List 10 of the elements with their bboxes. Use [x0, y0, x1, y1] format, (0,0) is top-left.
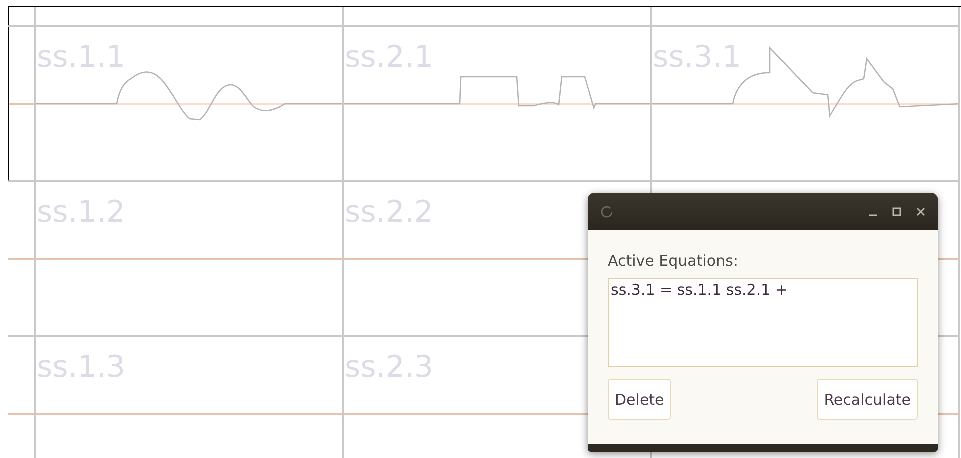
baseline [8, 413, 34, 415]
baseline [9, 103, 34, 105]
delete-button[interactable]: Delete [608, 379, 672, 420]
equations-field[interactable]: ss.3.1 = ss.1.1 ss.2.1 + [608, 278, 918, 367]
spinner-icon [601, 206, 613, 218]
baseline [8, 258, 34, 260]
close-icon[interactable] [916, 206, 926, 216]
equations-label: Active Equations: [608, 252, 738, 270]
recalculate-button[interactable]: Recalculate [817, 379, 918, 420]
maximize-icon[interactable] [892, 206, 902, 216]
